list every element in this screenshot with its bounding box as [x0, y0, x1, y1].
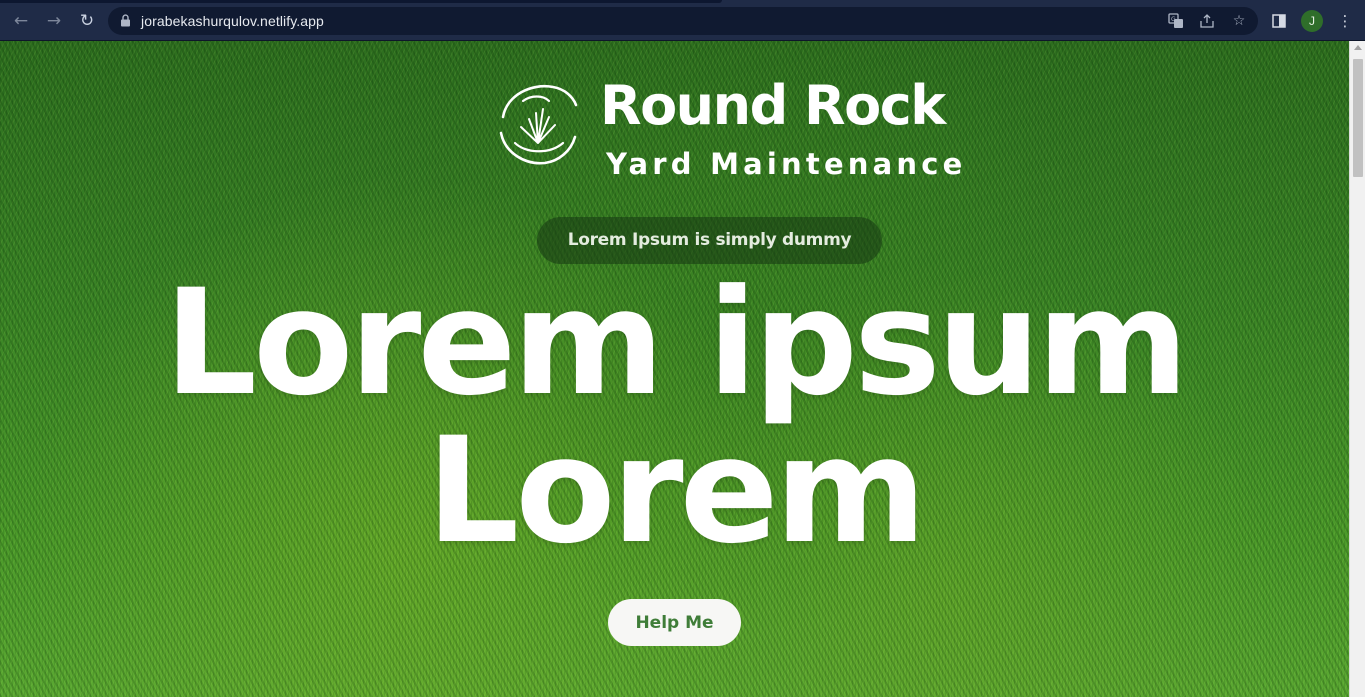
arrow-right-icon[interactable]: →	[43, 10, 65, 32]
translate-icon[interactable]: G	[1167, 12, 1185, 30]
scroll-up-arrow-icon[interactable]	[1354, 45, 1362, 50]
kebab-menu-icon[interactable]: ⋮	[1334, 10, 1356, 32]
tab-strip-edge	[0, 0, 722, 3]
star-icon[interactable]: ☆	[1230, 12, 1248, 30]
profile-avatar[interactable]: J	[1301, 10, 1323, 32]
page-scrollbar[interactable]	[1349, 41, 1365, 697]
hero-headline: Lorem ipsum Lorem	[0, 269, 1349, 565]
brand-name: Round Rock	[600, 74, 946, 137]
hero-section: Round Rock Yard Maintenance Lorem Ipsum …	[0, 41, 1349, 697]
arrow-left-icon[interactable]: ←	[10, 10, 32, 32]
share-icon[interactable]	[1198, 12, 1216, 30]
lock-icon[interactable]	[120, 14, 131, 27]
scroll-thumb[interactable]	[1353, 59, 1363, 177]
side-panel-icon[interactable]	[1268, 10, 1290, 32]
grass-hands-logo-icon	[499, 84, 578, 165]
address-bar[interactable]: jorabekashurqulov.netlify.app G ☆	[108, 7, 1258, 35]
svg-text:G: G	[1171, 16, 1176, 23]
headline-line-2: Lorem	[426, 406, 927, 576]
url-text[interactable]: jorabekashurqulov.netlify.app	[141, 13, 324, 29]
browser-toolbar: ← → ↻ jorabekashurqulov.netlify.app G ☆	[0, 0, 1365, 41]
tagline-badge: Lorem Ipsum is simply dummy	[537, 217, 882, 264]
brand-subtitle: Yard Maintenance	[606, 147, 967, 181]
reload-icon[interactable]: ↻	[76, 10, 98, 32]
help-me-button[interactable]: Help Me	[608, 599, 741, 646]
headline-line-1: Lorem ipsum	[164, 258, 1189, 428]
